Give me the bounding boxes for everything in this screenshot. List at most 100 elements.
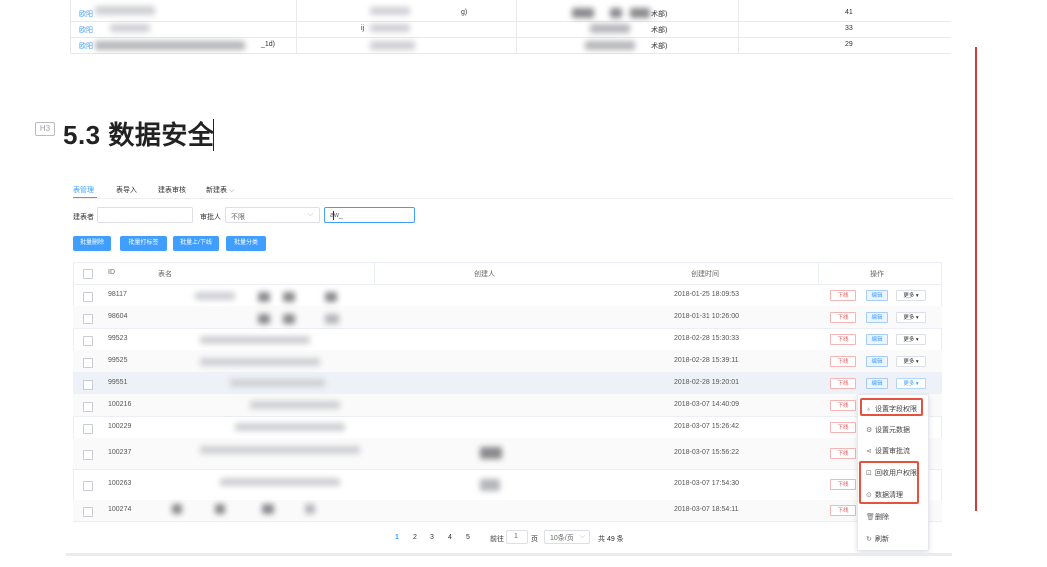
dropdown-item-label: 删除 (875, 514, 889, 521)
offline-button[interactable]: 下线 (830, 421, 856, 433)
more-button[interactable]: 更多 ▾ (896, 289, 926, 301)
edit-button[interactable]: 编辑 (866, 311, 888, 323)
offline-button[interactable]: 下线 (830, 333, 856, 345)
goto-page-input[interactable]: 1 (506, 530, 528, 544)
page-size-select[interactable]: 10条/页 ⌵ (544, 530, 590, 544)
page-2[interactable]: 2 (413, 534, 417, 541)
row-id: 100216 (108, 400, 132, 408)
redacted-block (305, 504, 315, 514)
row-cell: 术部) (651, 11, 668, 18)
search-input[interactable]: aw_ (324, 207, 415, 223)
total-count: 共 49 条 (598, 536, 624, 543)
offline-button[interactable]: 下线 (830, 448, 856, 459)
row-created-time: 2018-03-07 17:54:30 (674, 480, 739, 487)
creator-label: 建表者 (73, 214, 94, 221)
dropdown-item-label: 设置审批流 (875, 448, 910, 455)
offline-button[interactable]: 下线 (830, 479, 856, 490)
offline-button[interactable]: 下线 (830, 289, 856, 301)
input-caret (333, 211, 334, 220)
dropdown-item-label: 刷新 (875, 536, 889, 543)
offline-button[interactable]: 下线 (830, 311, 856, 323)
tab-create-review[interactable]: 建表审核 (158, 185, 186, 195)
offline-button[interactable]: 下线 (830, 377, 856, 389)
batch-classify-button[interactable]: 批量分类 (226, 236, 266, 251)
tab-table-management[interactable]: 表管理 (73, 185, 94, 195)
redacted-block (325, 314, 339, 324)
redacted-block (172, 504, 182, 514)
edit-button[interactable]: 编辑 (866, 377, 888, 389)
row-link[interactable]: 欧阳 (79, 25, 93, 35)
dropdown-item[interactable]: ⋖ 设置审批流 (866, 446, 910, 456)
batch-online-offline-button[interactable]: 批量上/下线 (173, 236, 219, 251)
page-3[interactable]: 3 (430, 534, 434, 541)
redacted-block (95, 41, 245, 50)
chevron-down-icon: ⌵ (228, 187, 235, 194)
more-button[interactable]: 更多 ▾ (896, 355, 926, 367)
row-id: 100263 (108, 480, 132, 487)
dropdown-item-label: 设置元数据 (875, 427, 910, 434)
row-checkbox[interactable] (83, 423, 93, 434)
edit-button[interactable]: 编辑 (866, 333, 888, 345)
row-id: 99551 (108, 378, 128, 386)
row-checkbox[interactable] (83, 507, 93, 517)
row-cell: 术部) (651, 43, 668, 50)
offline-button[interactable]: 下线 (830, 505, 856, 516)
row-id: 99523 (108, 334, 128, 342)
row-created-time: 2018-02-28 19:20:01 (674, 378, 739, 386)
dropdown-item[interactable]: ↻ 刷新 (866, 534, 889, 544)
creator-input[interactable] (97, 207, 193, 223)
redacted-block (110, 24, 150, 32)
approver-select-value: 不限 (231, 214, 245, 221)
page-5[interactable]: 5 (466, 534, 470, 541)
row-checkbox[interactable] (83, 313, 93, 324)
tab-table-import[interactable]: 表导入 (116, 185, 137, 195)
tab-divider (73, 198, 953, 199)
edit-button[interactable]: 编辑 (866, 289, 888, 301)
row-cell: _1d) (261, 41, 276, 48)
redacted-block (200, 336, 310, 344)
redacted-block (370, 41, 415, 50)
redacted-block (283, 314, 295, 324)
select-all-checkbox[interactable] (83, 269, 93, 279)
row-link[interactable]: 欧阳 (79, 41, 93, 51)
divider (66, 553, 952, 556)
approver-select[interactable]: 不限 ⌵ (225, 207, 320, 223)
more-button[interactable]: 更多 ▾ (896, 311, 926, 323)
page-4[interactable]: 4 (448, 534, 452, 541)
batch-tag-button[interactable]: 批量打标签 (120, 236, 167, 251)
column-divider (818, 262, 819, 284)
goto-label: 前往 (490, 536, 504, 543)
red-line (975, 47, 977, 511)
more-button[interactable]: 更多 ▾ (896, 377, 926, 389)
more-button[interactable]: 更多 ▾ (896, 333, 926, 345)
row-checkbox[interactable] (83, 481, 93, 491)
edit-button[interactable]: 编辑 (866, 355, 888, 367)
row-checkbox[interactable] (83, 401, 93, 412)
row-created-time: 2018-02-28 15:30:33 (674, 334, 739, 342)
header-actions: 操作 (870, 271, 884, 278)
dropdown-item[interactable]: 🗑删除 (866, 512, 889, 522)
row-count: 29 (845, 41, 853, 48)
row-checkbox[interactable] (83, 450, 93, 460)
batch-delete-button[interactable]: 批量删除 (73, 236, 111, 251)
offline-button[interactable]: 下线 (830, 355, 856, 367)
redacted-block (95, 6, 155, 15)
page-1[interactable]: 1 (395, 534, 399, 541)
dropdown-item[interactable]: ⚙ 设置元数据 (866, 425, 910, 435)
redacted-block (590, 24, 630, 33)
page-size-value: 10条/页 (550, 535, 574, 542)
row-created-time: 2018-01-31 10:26:00 (674, 312, 739, 320)
row-checkbox[interactable] (83, 335, 93, 346)
row-checkbox[interactable] (83, 291, 93, 302)
row-cell: g) (461, 9, 468, 16)
highlight-box (859, 461, 919, 504)
header-creator: 创建人 (474, 271, 495, 278)
redacted-block (610, 8, 622, 18)
offline-button[interactable]: 下线 (830, 399, 856, 411)
row-checkbox[interactable] (83, 357, 93, 368)
tab-new-table[interactable]: 新建表 ⌵ (206, 185, 234, 195)
section-heading[interactable]: 5.3 数据安全 (63, 115, 214, 152)
row-id: 100229 (108, 422, 132, 430)
row-checkbox[interactable] (83, 379, 93, 390)
row-link[interactable]: 欧阳 (79, 9, 93, 19)
